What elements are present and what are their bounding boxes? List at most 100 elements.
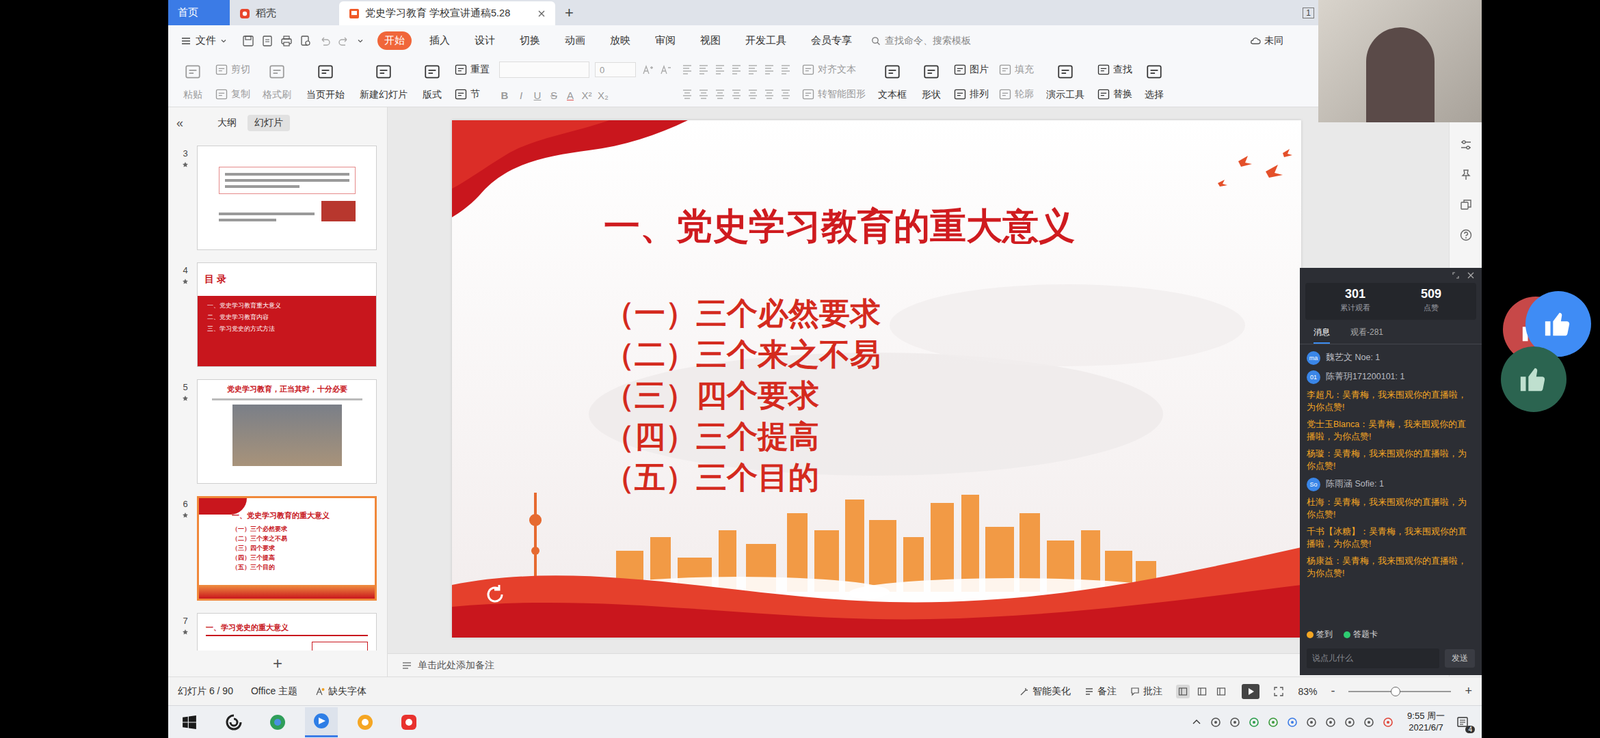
slide-bullet[interactable]: （四）三个提高 xyxy=(603,416,1302,458)
smart-beautify-button[interactable]: 智能美化 xyxy=(1019,685,1071,699)
alignment-icon[interactable] xyxy=(730,87,743,100)
tray-icon[interactable] xyxy=(1267,717,1279,729)
theme-name[interactable]: Office 主题 xyxy=(250,685,298,699)
thumbnail-row[interactable]: 4 目 录 一、党史学习教育重大意义二、党史学习教育内容三、学习党史的方式方法 xyxy=(176,262,388,368)
alignment-icon[interactable] xyxy=(779,87,792,100)
redo-icon[interactable] xyxy=(337,34,351,48)
paragraph-format-icon[interactable] xyxy=(697,62,710,76)
tray-icon[interactable] xyxy=(1382,717,1394,729)
format-button[interactable]: A xyxy=(564,89,576,102)
fit-window-icon[interactable] xyxy=(1273,686,1285,698)
thumbnail-row[interactable]: 3 xyxy=(176,145,388,251)
notification-center[interactable]: 4 xyxy=(1452,713,1474,733)
live-action-button[interactable]: 签到 xyxy=(1306,629,1333,641)
undo-icon[interactable] xyxy=(318,34,331,48)
tray-icon[interactable] xyxy=(1344,717,1356,729)
browser-tab[interactable]: 党史学习教育 学校宣讲通稿5.28 xyxy=(339,1,556,26)
font-size-field[interactable]: 0 xyxy=(594,62,636,78)
ribbon-button[interactable]: 文本框 xyxy=(875,58,910,103)
paragraph-format-icon[interactable] xyxy=(681,62,694,76)
return-icon[interactable] xyxy=(481,581,509,609)
paragraph-format-icon[interactable] xyxy=(763,62,776,76)
ribbon-button[interactable]: 粘贴 xyxy=(180,58,206,103)
format-button[interactable]: S xyxy=(548,89,560,102)
ribbon-tab[interactable]: 会员专享 xyxy=(804,31,859,50)
ribbon-small-button[interactable]: 复制 xyxy=(214,87,251,102)
collapse-panel-button[interactable]: « xyxy=(176,116,184,131)
paragraph-format-icon[interactable] xyxy=(730,62,743,76)
ribbon-tab[interactable]: 视图 xyxy=(693,31,728,50)
save-icon[interactable] xyxy=(242,34,255,48)
zoom-out-button[interactable]: - xyxy=(1330,684,1335,699)
zoom-slider-thumb[interactable] xyxy=(1390,687,1401,697)
tray-icon[interactable] xyxy=(1229,717,1241,729)
close-tab-icon[interactable] xyxy=(537,9,546,18)
ribbon-tab[interactable]: 放映 xyxy=(603,31,638,50)
ribbon-small-button[interactable]: 转智能图形 xyxy=(801,87,866,102)
copy-window-icon[interactable] xyxy=(1459,198,1473,212)
grow-font-icon[interactable] xyxy=(641,63,654,76)
alignment-icon[interactable] xyxy=(746,87,759,100)
close-icon[interactable] xyxy=(1466,271,1475,280)
ribbon-tab[interactable]: 设计 xyxy=(467,31,502,50)
ribbon-button[interactable]: 演示工具 xyxy=(1043,58,1088,103)
tray-icon[interactable] xyxy=(1210,717,1222,729)
window-count-badge[interactable]: 1 xyxy=(1302,7,1315,19)
ribbon-tab[interactable]: 审阅 xyxy=(648,31,683,50)
ribbon-small-button[interactable]: 对齐文本 xyxy=(801,62,866,77)
alignment-icon[interactable] xyxy=(697,87,710,100)
ribbon-small-button[interactable]: 图片 xyxy=(953,62,989,77)
ribbon-small-button[interactable]: 排列 xyxy=(953,87,989,102)
missing-font-button[interactable]: 缺失字体 xyxy=(315,685,367,699)
ribbon-small-button[interactable]: 替换 xyxy=(1096,87,1133,102)
comments-toggle[interactable]: 批注 xyxy=(1130,685,1163,699)
tray-icon[interactable] xyxy=(1363,717,1375,729)
customize-dropdown-icon[interactable] xyxy=(356,37,364,45)
print-icon[interactable] xyxy=(280,34,293,48)
ribbon-small-button[interactable]: 轮廓 xyxy=(998,87,1034,102)
view-mode-button[interactable] xyxy=(1176,685,1190,699)
panel-tab[interactable]: 幻灯片 xyxy=(247,114,290,132)
expand-icon[interactable] xyxy=(1451,271,1460,280)
ribbon-small-button[interactable]: 填充 xyxy=(998,62,1034,77)
taskbar-app[interactable] xyxy=(217,707,251,738)
browser-tab[interactable]: 首页 xyxy=(168,0,230,26)
alignment-icon[interactable] xyxy=(713,87,727,100)
tray-icon[interactable] xyxy=(1325,717,1337,729)
new-tab-button[interactable]: + xyxy=(555,4,584,22)
pin-icon[interactable] xyxy=(1459,168,1473,182)
thumbnail-row[interactable]: 5 党史学习教育，正当其时，十分必要 xyxy=(176,379,388,485)
thumbnail-row[interactable]: 6 一、党史学习教育的重大意义 （一）三个必然要求（二）三个来之不易（三）四个要… xyxy=(176,496,388,602)
slide-thumbnail[interactable]: 目 录 一、党史学习教育重大意义二、党史学习教育内容三、学习党史的方式方法 xyxy=(196,262,377,368)
ribbon-small-button[interactable]: 重置 xyxy=(454,62,490,77)
ribbon-tab[interactable]: 动画 xyxy=(557,31,593,50)
taskbar-app[interactable] xyxy=(304,707,338,738)
zoom-in-button[interactable]: + xyxy=(1464,684,1473,699)
zoom-slider[interactable] xyxy=(1348,687,1451,697)
view-mode-button[interactable] xyxy=(1195,685,1209,699)
notes-bar[interactable]: 单击此处添加备注 xyxy=(387,653,1449,677)
format-button[interactable]: X² xyxy=(581,89,593,102)
send-button[interactable]: 发送 xyxy=(1444,649,1475,669)
ribbon-button[interactable]: 选择 xyxy=(1141,58,1167,103)
font-name-field[interactable] xyxy=(499,61,590,78)
format-button[interactable]: X₂ xyxy=(597,89,609,102)
alignment-icon[interactable] xyxy=(763,87,776,100)
taskbar-app[interactable] xyxy=(348,707,382,738)
ribbon-button[interactable]: 当页开始 xyxy=(303,58,348,103)
ribbon-button[interactable]: 格式刷 xyxy=(259,58,295,103)
ribbon-tab[interactable]: 切换 xyxy=(512,31,548,50)
tray-icon[interactable] xyxy=(1248,717,1260,729)
sync-status[interactable]: 未同 xyxy=(1249,34,1284,48)
slide-bullet[interactable]: （三）四个要求 xyxy=(603,375,1302,417)
taskbar-app[interactable] xyxy=(261,707,295,738)
zoom-level[interactable]: 83% xyxy=(1297,686,1317,698)
tray-icon[interactable] xyxy=(1305,717,1317,729)
live-tab[interactable]: 观看-281 xyxy=(1350,326,1384,344)
format-button[interactable]: B xyxy=(499,89,511,102)
ribbon-tab[interactable]: 开始 xyxy=(377,31,412,50)
notes-toggle[interactable]: 备注 xyxy=(1084,685,1117,699)
slide-thumbnail[interactable] xyxy=(196,145,377,251)
slide-thumbnail[interactable]: 一、学习党史的重大意义 xyxy=(196,613,377,651)
ribbon-small-button[interactable]: 剪切 xyxy=(214,62,251,77)
